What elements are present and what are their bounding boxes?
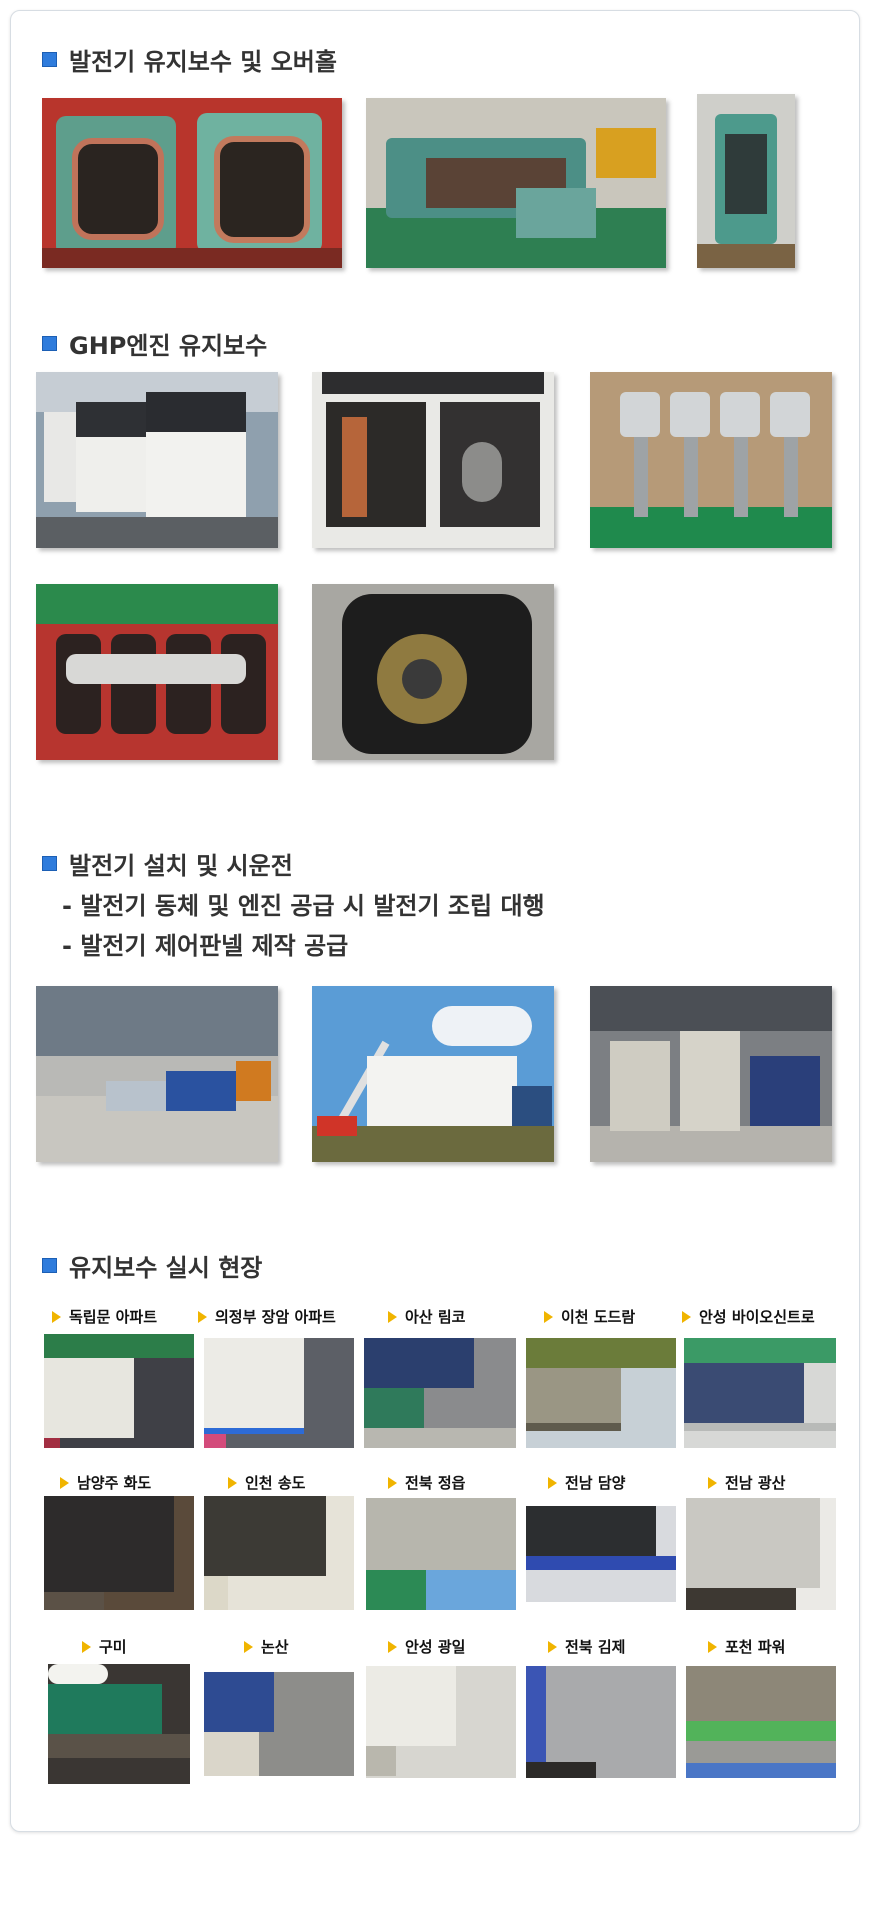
square-bullet-icon — [42, 856, 57, 871]
section-title-text: GHP엔진 유지보수 — [69, 332, 268, 360]
photo-install-crane-truck — [312, 986, 554, 1162]
square-bullet-icon — [42, 336, 57, 351]
site-photo — [204, 1672, 354, 1776]
triangle-marker-icon — [708, 1476, 717, 1489]
section-title-sites: 유지보수 실시 현장 — [42, 1248, 262, 1283]
site-label-text: 아산 림코 — [405, 1308, 466, 1326]
site-label: 논산 — [244, 1636, 289, 1657]
photo-ghp-gear-cover — [312, 584, 554, 760]
square-bullet-icon — [42, 52, 57, 67]
site-label-text: 논산 — [261, 1638, 289, 1656]
site-photo — [364, 1338, 516, 1448]
site-photo — [526, 1506, 676, 1602]
section-title-text: 발전기 유지보수 및 오버홀 — [69, 48, 337, 76]
site-label-text: 구미 — [99, 1638, 127, 1656]
site-label: 안성 바이오신트로 — [682, 1306, 815, 1327]
site-label-text: 안성 바이오신트로 — [699, 1308, 815, 1326]
site-photo — [48, 1664, 190, 1784]
site-photo — [366, 1666, 516, 1778]
triangle-marker-icon — [198, 1310, 207, 1323]
site-label-text: 이천 도드람 — [561, 1308, 636, 1326]
photo-ghp-pistons — [590, 372, 832, 548]
triangle-marker-icon — [548, 1640, 557, 1653]
section-title-overhaul: 발전기 유지보수 및 오버홀 — [42, 42, 337, 77]
site-photo — [44, 1496, 194, 1610]
install-detail-line-1: - 발전기 동체 및 엔진 공급 시 발전기 조립 대행 — [62, 892, 545, 920]
triangle-marker-icon — [60, 1476, 69, 1489]
site-photo — [526, 1666, 676, 1778]
photo-ghp-crankcase — [36, 584, 278, 760]
site-label: 전북 정읍 — [388, 1472, 465, 1493]
site-label: 전남 광산 — [708, 1472, 785, 1493]
triangle-marker-icon — [682, 1310, 691, 1323]
site-photo — [684, 1338, 836, 1448]
site-label-text: 남양주 화도 — [77, 1474, 152, 1492]
triangle-marker-icon — [544, 1310, 553, 1323]
triangle-marker-icon — [708, 1640, 717, 1653]
section-title-ghp: GHP엔진 유지보수 — [42, 326, 267, 361]
site-label: 의정부 장암 아파트 — [198, 1306, 336, 1327]
site-photo — [526, 1338, 676, 1448]
site-label-text: 전북 정읍 — [405, 1474, 466, 1492]
triangle-marker-icon — [228, 1476, 237, 1489]
photo-engine-block — [697, 94, 795, 268]
install-detail-line-2: - 발전기 제어판넬 제작 공급 — [62, 932, 349, 960]
section-title-text: 발전기 설치 및 시운전 — [69, 852, 293, 880]
triangle-marker-icon — [82, 1640, 91, 1653]
triangle-marker-icon — [388, 1640, 397, 1653]
triangle-marker-icon — [388, 1476, 397, 1489]
triangle-marker-icon — [244, 1640, 253, 1653]
site-photo — [204, 1496, 354, 1610]
site-label: 남양주 화도 — [60, 1472, 151, 1493]
site-label: 아산 림코 — [388, 1306, 465, 1327]
site-label-text: 전북 김제 — [565, 1638, 626, 1656]
section-title-text: 유지보수 실시 현장 — [69, 1254, 263, 1282]
site-photo — [204, 1338, 354, 1448]
site-label-text: 인천 송도 — [245, 1474, 306, 1492]
photo-ghp-outdoor-units — [36, 372, 278, 548]
site-label-text: 안성 광일 — [405, 1638, 466, 1656]
site-label-text: 포천 파워 — [725, 1638, 786, 1656]
photo-engine-disassembly — [366, 98, 666, 268]
site-label: 안성 광일 — [388, 1636, 465, 1657]
site-photo — [686, 1666, 836, 1778]
site-photo — [366, 1498, 516, 1610]
site-label: 독립문 아파트 — [52, 1306, 157, 1327]
photo-install-warehouse — [36, 986, 278, 1162]
photo-install-generator-room — [590, 986, 832, 1162]
site-label-text: 의정부 장암 아파트 — [215, 1308, 336, 1326]
triangle-marker-icon — [52, 1310, 61, 1323]
site-label-text: 전남 광산 — [725, 1474, 786, 1492]
site-label-text: 독립문 아파트 — [69, 1308, 158, 1326]
site-label: 전남 담양 — [548, 1472, 625, 1493]
site-label: 이천 도드람 — [544, 1306, 635, 1327]
triangle-marker-icon — [388, 1310, 397, 1323]
site-label: 전북 김제 — [548, 1636, 625, 1657]
triangle-marker-icon — [548, 1476, 557, 1489]
photo-ghp-internals — [312, 372, 554, 548]
site-photo — [44, 1334, 194, 1448]
photo-cylinder-heads — [42, 98, 342, 268]
site-label-text: 전남 담양 — [565, 1474, 626, 1492]
site-label: 포천 파워 — [708, 1636, 785, 1657]
site-label: 구미 — [82, 1636, 127, 1657]
square-bullet-icon — [42, 1258, 57, 1273]
section-title-installation: 발전기 설치 및 시운전 — [42, 846, 293, 881]
site-photo — [686, 1498, 836, 1610]
site-label: 인천 송도 — [228, 1472, 305, 1493]
